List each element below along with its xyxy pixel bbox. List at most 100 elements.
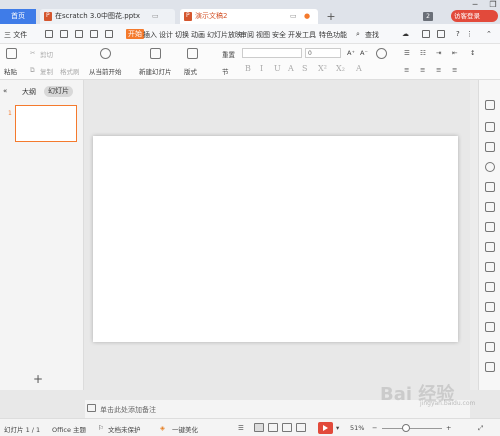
beautify-button[interactable]: 一键美化 — [172, 424, 198, 434]
search-icon[interactable]: ⌕ — [356, 30, 360, 39]
slide-canvas[interactable] — [93, 136, 458, 342]
cloud-icon[interactable]: ☁ — [402, 30, 409, 38]
new-tab-button[interactable]: + — [325, 9, 337, 24]
location-icon[interactable] — [485, 162, 495, 172]
theme-name[interactable]: Office 主题 — [52, 424, 86, 434]
preview-icon[interactable] — [75, 30, 83, 38]
window-count-badge[interactable]: 2 — [423, 12, 433, 21]
tab-document-2[interactable]: 演示文稿2 ▭ ● — [180, 9, 318, 24]
menu-developer[interactable]: 开发工具 — [288, 30, 316, 40]
layout-icon[interactable] — [187, 48, 198, 59]
chart-icon[interactable] — [485, 242, 495, 252]
restore-icon[interactable]: ❐ — [488, 0, 498, 10]
search-button[interactable]: 查找 — [365, 30, 379, 40]
zoom-out-icon[interactable]: − — [372, 424, 377, 432]
vertical-scrollbar[interactable] — [470, 80, 478, 390]
align-left-icon[interactable]: ≡ — [404, 66, 409, 74]
grid-view-icon[interactable] — [296, 423, 306, 432]
indent-icon[interactable]: ⇥ — [436, 49, 441, 57]
slideshow-play-button[interactable] — [318, 422, 333, 434]
zoom-in-icon[interactable]: + — [446, 424, 451, 432]
zoom-slider-handle[interactable] — [402, 424, 410, 432]
gear-icon[interactable] — [485, 322, 495, 332]
menu-transition[interactable]: 切换 — [175, 30, 189, 40]
justify-icon[interactable]: ≡ — [452, 66, 457, 74]
minimize-icon[interactable]: ─ — [470, 0, 480, 10]
document-protection[interactable]: 文档未保护 — [108, 424, 141, 434]
notes-toggle-icon[interactable]: ☰ — [238, 424, 244, 432]
underline-icon[interactable]: U — [274, 64, 281, 73]
play-dropdown-icon[interactable]: ▾ — [336, 424, 339, 432]
image-icon[interactable] — [485, 262, 495, 272]
pin-icon[interactable] — [485, 100, 495, 110]
align-right-icon[interactable]: ≡ — [436, 66, 441, 74]
font-color-icon[interactable]: A — [356, 64, 362, 73]
export-icon[interactable] — [437, 30, 445, 38]
notes-placeholder[interactable]: 单击此处添加备注 — [100, 405, 156, 415]
table-icon[interactable] — [485, 202, 495, 212]
menu-view[interactable]: 视图 — [256, 30, 270, 40]
reset-button[interactable]: 重置 — [222, 49, 235, 59]
help-icon[interactable]: ? — [456, 30, 460, 38]
guest-login-button[interactable]: 访客登录 — [451, 10, 498, 22]
shrink-font-icon[interactable]: A⁻ — [360, 49, 368, 57]
cut-button[interactable]: 剪切 — [40, 49, 53, 59]
outdent-icon[interactable]: ⇤ — [452, 49, 457, 57]
bullet-list-icon[interactable]: ☰ — [404, 49, 410, 57]
add-slide-button[interactable]: + — [33, 372, 43, 386]
normal-view-icon[interactable] — [254, 423, 264, 432]
format-painter-button[interactable]: 格式刷 — [60, 66, 80, 76]
properties-icon[interactable] — [485, 122, 495, 132]
number-list-icon[interactable]: ☷ — [420, 49, 426, 57]
tab-home[interactable]: 首页 — [0, 9, 36, 24]
monitor-icon[interactable]: ▭ — [152, 9, 159, 24]
menu-start[interactable]: 开始 — [126, 29, 144, 39]
paste-icon[interactable] — [6, 48, 17, 59]
tab-slides[interactable]: 幻灯片 — [44, 86, 73, 97]
menu-features[interactable]: 特色功能 — [319, 30, 347, 40]
save-icon[interactable] — [45, 30, 53, 38]
menu-design[interactable]: 设计 — [159, 30, 173, 40]
speaker-icon[interactable] — [485, 362, 495, 372]
menu-review[interactable]: 审阅 — [240, 30, 254, 40]
menu-security[interactable]: 安全 — [272, 30, 286, 40]
copy-icon[interactable]: ⧉ — [30, 66, 35, 75]
brush-icon[interactable] — [485, 182, 495, 192]
monitor-icon[interactable]: ▭ — [290, 9, 297, 24]
slide-sorter-icon[interactable] — [268, 423, 278, 432]
tab-document-1[interactable]: 在scratch 3.0中图花.pptx ▭ — [40, 9, 175, 24]
copy-icon[interactable] — [485, 142, 495, 152]
slide-thumbnail[interactable] — [15, 105, 77, 142]
copy-button[interactable]: 复制 — [40, 66, 53, 76]
font-size-select[interactable]: 0 — [305, 48, 341, 58]
text-effect-icon[interactable]: A — [288, 64, 294, 73]
zoom-level[interactable]: 51% — [350, 424, 364, 432]
bold-icon[interactable]: B — [245, 64, 251, 73]
new-slide-button[interactable]: 新建幻灯片 — [139, 66, 172, 76]
clipboard-icon[interactable] — [485, 282, 495, 292]
collapse-panel-icon[interactable]: « — [3, 87, 7, 95]
paste-button[interactable]: 粘贴 — [4, 66, 17, 76]
undo-icon[interactable] — [90, 30, 98, 38]
reading-view-icon[interactable] — [282, 423, 292, 432]
template-icon[interactable] — [485, 222, 495, 232]
image-icon[interactable] — [485, 342, 495, 352]
italic-icon[interactable]: I — [260, 64, 263, 73]
cut-icon[interactable]: ✂ — [30, 49, 35, 57]
subscript-icon[interactable]: X₂ — [336, 64, 345, 73]
play-from-current-icon[interactable] — [100, 48, 111, 59]
collapse-ribbon-icon[interactable]: ⌃ — [486, 30, 492, 38]
layout-button[interactable]: 版式 — [184, 66, 197, 76]
redo-icon[interactable] — [105, 30, 113, 38]
new-slide-icon[interactable] — [150, 48, 161, 59]
zoom-slider[interactable] — [382, 428, 442, 429]
layers-icon[interactable] — [485, 302, 495, 312]
strikethrough-icon[interactable]: S — [302, 64, 307, 73]
font-family-select[interactable] — [242, 48, 302, 58]
file-menu[interactable]: 三 文件 — [4, 30, 27, 40]
fit-window-icon[interactable]: ⤢ — [478, 424, 483, 433]
more-icon[interactable]: ⋮ — [466, 30, 473, 38]
line-spacing-icon[interactable]: ↕ — [470, 49, 475, 57]
menu-insert[interactable]: 插入 — [143, 30, 157, 40]
from-current-button[interactable]: 从当前开始 — [89, 66, 122, 76]
